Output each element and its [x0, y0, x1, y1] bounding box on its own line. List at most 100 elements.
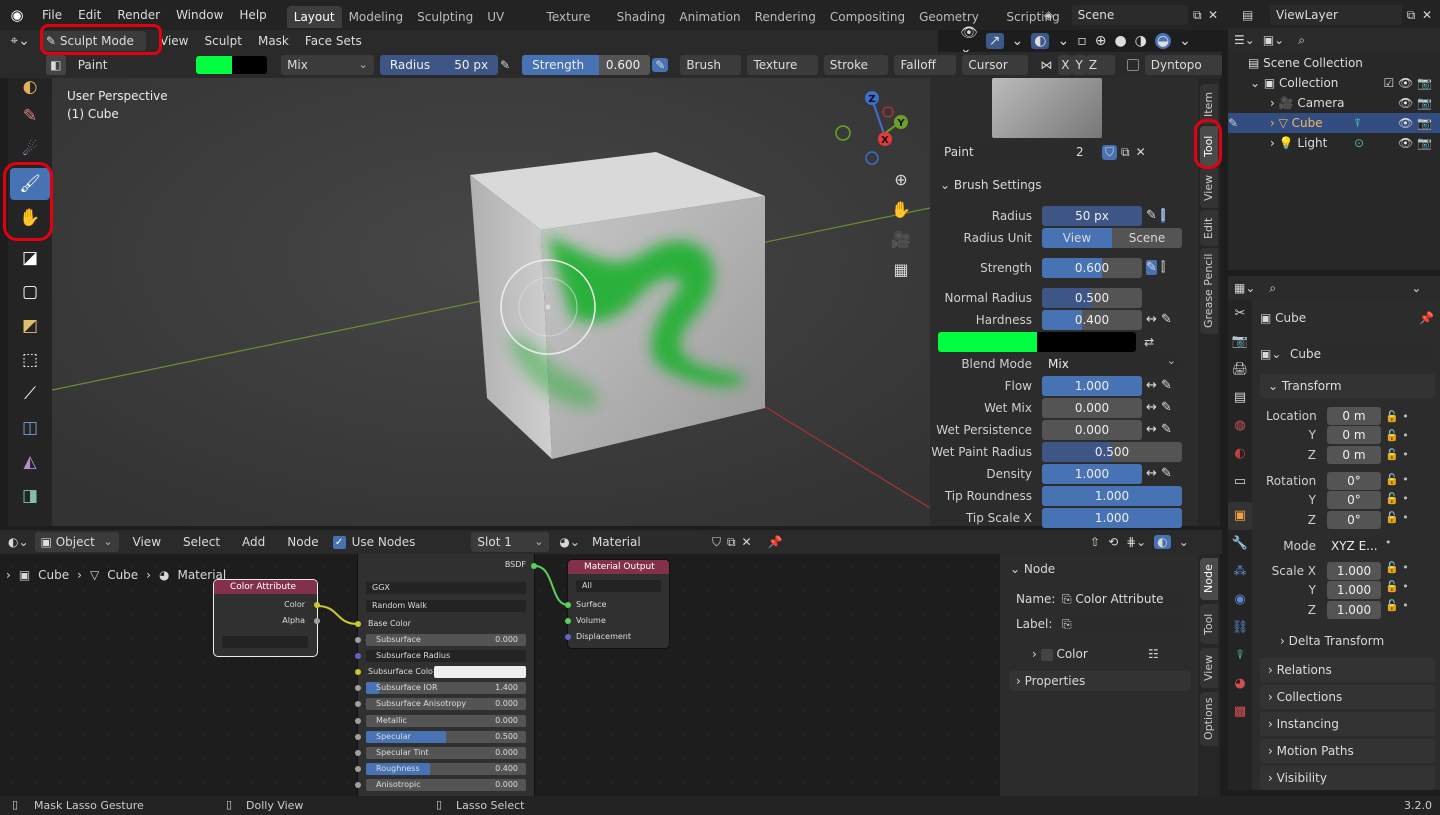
tab-modeling[interactable]: Modeling	[342, 6, 411, 28]
subsurface-color-swatch[interactable]	[434, 666, 526, 678]
node-editor-type-icon[interactable]: ◐⌄	[8, 535, 29, 549]
fake-user-icon[interactable]: ⛉	[1102, 144, 1118, 160]
sym-x-button[interactable]: X	[1058, 55, 1073, 75]
instancing-panel-header[interactable]: › Instancing	[1260, 712, 1435, 736]
color-checkbox[interactable]	[1040, 648, 1053, 661]
node-tab-tool[interactable]: Tool	[1200, 604, 1218, 644]
collections-panel-header[interactable]: › Collections	[1260, 685, 1435, 709]
color-presets-icon[interactable]: ☷	[1148, 644, 1159, 664]
specular-socket[interactable]	[355, 734, 361, 740]
anisotropic-field[interactable]: Anisotropic 0.000	[366, 779, 526, 791]
snap-options-icon[interactable]: ⋕⌄	[1126, 535, 1146, 549]
properties-editor-icon[interactable]: ▦⌄	[1234, 281, 1255, 295]
np-radius-field[interactable]: 50 px	[1042, 206, 1142, 226]
np-strength-slider[interactable]: 0.600	[1042, 258, 1142, 278]
edit-mode-brush-icon[interactable]: ✎	[1228, 113, 1238, 133]
output-target-dropdown[interactable]: All	[576, 580, 661, 592]
tool-tab-icon[interactable]: ✂	[1228, 300, 1252, 328]
object-type-dropdown[interactable]: ▣ Object	[34, 532, 119, 552]
tab-rendering[interactable]: Rendering	[748, 6, 823, 28]
tab-animation[interactable]: Animation	[672, 6, 747, 28]
ntab-grease-pencil[interactable]: Grease Pencil	[1200, 248, 1218, 334]
node-menu-node[interactable]: Node	[279, 530, 326, 554]
ol-camera[interactable]: › 🎥 Camera 👁 📷	[1228, 93, 1440, 113]
color-socket[interactable]	[314, 602, 320, 608]
tool-line-project-icon[interactable]: ⟋	[10, 378, 50, 410]
shading-rendered-icon[interactable]: ◒	[1154, 33, 1172, 49]
object-datablock-field[interactable]: Cube	[1284, 344, 1430, 364]
subsurface-radius-socket[interactable]	[355, 653, 361, 659]
np-radius-icons[interactable]: ✎ ⫿	[1146, 206, 1166, 226]
menu-help[interactable]: Help	[231, 0, 274, 30]
scale-x-field[interactable]: 1.000	[1327, 562, 1381, 580]
alpha-socket[interactable]	[314, 618, 320, 624]
particles-tab-icon[interactable]: ⁂	[1228, 558, 1252, 586]
mesh-data-icon[interactable]: ⍒	[1354, 113, 1361, 133]
np-tip-roundness-slider[interactable]: 1.000	[1042, 486, 1182, 506]
metallic-field[interactable]: Metallic 0.000	[366, 715, 526, 727]
zoom-icon[interactable]: ⊕	[886, 170, 916, 200]
visibility-panel-header[interactable]: › Visibility	[1260, 766, 1435, 790]
outliner-search-input[interactable]: ⌕	[1292, 30, 1413, 50]
properties-options-icon[interactable]: ⌄	[1411, 281, 1421, 295]
brush-preview-icon[interactable]: ◧	[46, 55, 66, 75]
shading-dropdown-icon[interactable]: ⌄	[1179, 33, 1191, 49]
menu-face-sets[interactable]: Face Sets	[297, 30, 370, 52]
np-flow-icons[interactable]: ↔ ✎	[1146, 376, 1172, 396]
sym-y-button[interactable]: Y	[1072, 55, 1086, 75]
shading-material-icon[interactable]: ◑	[1135, 33, 1147, 49]
tab-texture-paint[interactable]: Texture Paint	[540, 6, 610, 28]
subsurface-socket[interactable]	[355, 637, 361, 643]
node-menu-select[interactable]: Select	[175, 530, 228, 554]
motion-paths-panel-header[interactable]: › Motion Paths	[1260, 739, 1435, 763]
scale-z-field[interactable]: 1.000	[1327, 601, 1381, 619]
light-data-icon[interactable]: ⊙	[1354, 133, 1364, 153]
np-strength-icons[interactable]: ✎ ⫿	[1146, 258, 1165, 278]
ntab-edit[interactable]: Edit	[1200, 210, 1218, 246]
blender-logo-icon[interactable]: ◉	[0, 6, 34, 24]
color-attr-name-field[interactable]	[222, 636, 308, 648]
properties-search-input[interactable]: ⌕	[1263, 278, 1404, 298]
shading-wire-icon[interactable]: ⊕	[1095, 33, 1107, 49]
brush-name-field[interactable]: Paint	[71, 55, 191, 75]
snap-icon[interactable]: ⟲	[1108, 535, 1118, 549]
metallic-socket[interactable]	[355, 718, 361, 724]
rotation-mode-dropdown[interactable]: XYZ E...	[1327, 537, 1383, 555]
tool-box-mask-icon[interactable]: ◪	[10, 242, 50, 274]
ntab-item[interactable]: Item	[1200, 84, 1218, 124]
subsurface-ior-field[interactable]: Subsurface IOR 1.400	[366, 682, 526, 694]
color-subpanel[interactable]: › Color	[1032, 644, 1088, 664]
tool-box-trim-icon[interactable]: ⬚	[10, 344, 50, 376]
gizmo-dropdown-icon[interactable]: ⌄	[1012, 33, 1024, 49]
subsurface-aniso-field[interactable]: Subsurface Anisotropy 0.000	[366, 698, 526, 710]
tab-geometry-nodes[interactable]: Geometry Nodes	[912, 6, 999, 28]
dyntopo-checkbox[interactable]	[1126, 59, 1139, 71]
material-browse-icon[interactable]: ◕⌄	[559, 535, 580, 549]
object-tab-icon[interactable]: ▣	[1228, 502, 1252, 530]
copy-layer-icon[interactable]: ⧉	[1402, 8, 1420, 23]
output-tab-icon[interactable]: 🖨	[1228, 356, 1252, 384]
np-wet-mix-slider[interactable]: 0.000	[1042, 398, 1142, 418]
np-density-slider[interactable]: 1.000	[1042, 464, 1142, 484]
ol-cube[interactable]: › ▽ Cube ✎ ⍒ 👁 📷	[1228, 113, 1440, 133]
menu-window[interactable]: Window	[168, 0, 231, 30]
scene-name-field[interactable]: Scene	[1071, 5, 1189, 25]
location-x-field[interactable]: 0 m	[1327, 407, 1381, 425]
np-wet-paint-radius-slider[interactable]: 0.500	[1042, 442, 1182, 462]
menu-sculpt[interactable]: Sculpt	[196, 30, 249, 52]
node-menu-view[interactable]: View	[125, 530, 169, 554]
np-hardness-slider[interactable]: 0.400	[1042, 310, 1142, 330]
slot-dropdown[interactable]: Slot 1	[471, 532, 550, 552]
volume-socket[interactable]	[565, 618, 571, 624]
np-density-icons[interactable]: ↔ ✎	[1146, 464, 1172, 484]
anisotropic-socket[interactable]	[355, 782, 361, 788]
sym-z-button[interactable]: Z	[1085, 55, 1115, 75]
specular-tint-field[interactable]: Specular Tint 0.000	[366, 747, 526, 759]
scene-icon[interactable]: ◈	[1044, 8, 1072, 22]
np-hardness-icons[interactable]: ↔ ✎	[1146, 310, 1172, 330]
base-color-socket[interactable]	[355, 621, 361, 627]
radius-pressure-icon[interactable]: ✎	[500, 58, 510, 72]
radius-unit-scene[interactable]: Scene	[1112, 228, 1182, 248]
radius-slider[interactable]: Radius 50 px	[379, 55, 499, 75]
view-layer-field[interactable]: ViewLayer	[1270, 5, 1402, 25]
